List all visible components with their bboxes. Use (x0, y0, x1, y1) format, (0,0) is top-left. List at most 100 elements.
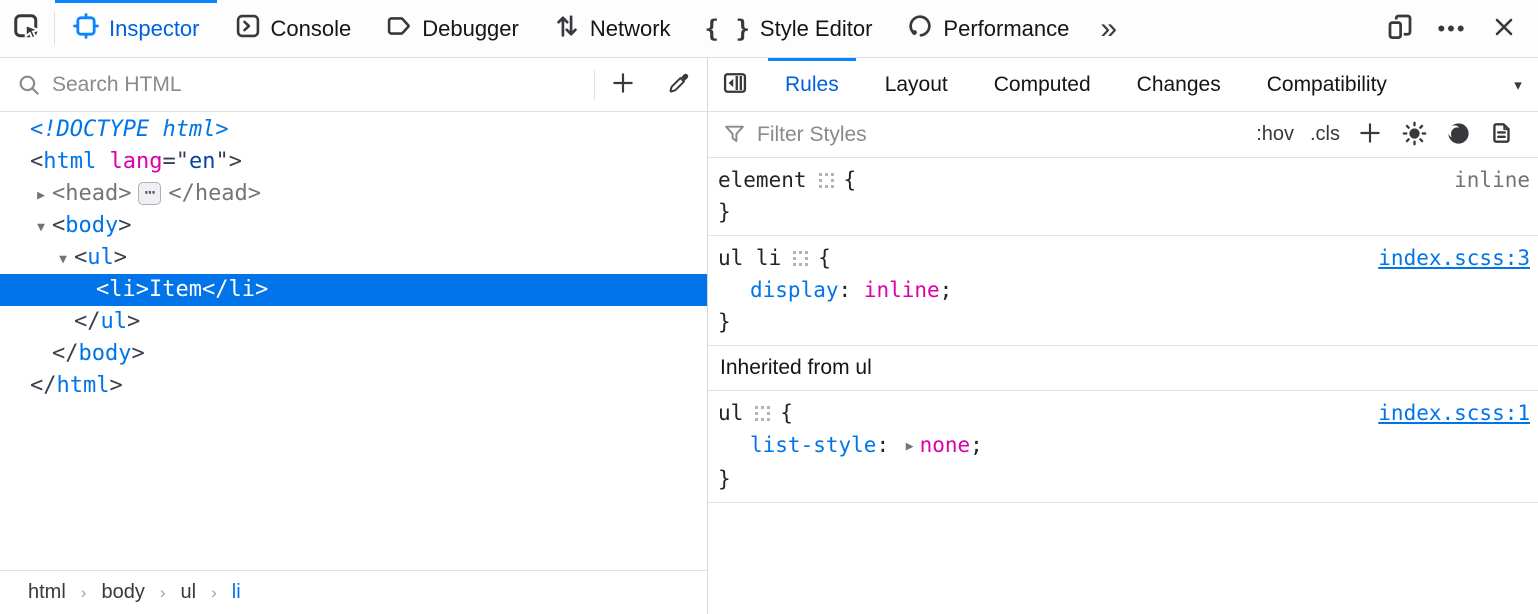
tab-layout[interactable]: Layout (862, 58, 971, 111)
code-token: > (114, 245, 127, 270)
tree-row[interactable]: <!DOCTYPE html> (0, 114, 707, 146)
css-declaration[interactable]: display: inline; (718, 274, 1530, 306)
devtools-window: Inspector Console Debugger (0, 0, 1538, 614)
code-token: =" (162, 149, 189, 174)
tree-row[interactable]: <html lang="en"> (0, 146, 707, 178)
twisty-expanded-icon[interactable]: ▼ (30, 212, 52, 244)
toggle-pseudo-classes-button[interactable]: :hov (1248, 119, 1302, 150)
inspector-icon (72, 12, 100, 46)
tab-label: Compatibility (1267, 73, 1387, 97)
tree-row[interactable]: </body> (0, 338, 707, 370)
search-html-input[interactable] (42, 73, 594, 97)
tab-changes[interactable]: Changes (1114, 58, 1244, 111)
breadcrumb-item-html[interactable]: html (28, 581, 66, 604)
devtools-main: <!DOCTYPE html><html lang="en">▶<head>⋯<… (0, 58, 1538, 614)
console-icon (234, 12, 262, 46)
tree-row[interactable]: </html> (0, 370, 707, 402)
breadcrumb: html›body›ul›li (0, 570, 707, 614)
tree-row[interactable]: ▼<body> (0, 210, 707, 242)
code-token: Item (149, 277, 202, 302)
devtools-menu-button[interactable]: ••• (1430, 7, 1474, 51)
tab-label: Rules (785, 73, 839, 97)
code-token: < (96, 277, 109, 302)
add-rule-button[interactable] (1348, 113, 1392, 157)
all-tabs-menu-button[interactable]: ▾ (1498, 58, 1538, 111)
responsive-design-mode-button[interactable] (1378, 7, 1422, 51)
toggle-classes-button[interactable]: .cls (1302, 119, 1348, 150)
tab-label: Layout (885, 73, 948, 97)
expand-shorthand-icon[interactable]: ▶ (906, 439, 914, 454)
code-token: li (109, 277, 136, 302)
close-brace: } (718, 463, 731, 495)
close-brace: } (718, 196, 731, 228)
selector-highlighter-grid-icon[interactable] (755, 406, 770, 421)
add-icon (610, 70, 636, 99)
rule-selector[interactable]: ul (718, 397, 743, 429)
css-declaration[interactable]: list-style: ▶none; (718, 429, 1530, 463)
tree-row[interactable]: ▼<ul> (0, 242, 707, 274)
tab-performance[interactable]: Performance (889, 0, 1086, 57)
responsive-design-icon (1385, 12, 1415, 45)
css-rule: element{inline} (708, 158, 1538, 236)
semicolon: ; (940, 278, 953, 302)
tab-style-editor[interactable]: { } Style Editor (688, 0, 890, 57)
node-picker-button[interactable] (0, 0, 54, 57)
tab-rules[interactable]: Rules (762, 58, 862, 111)
filter-styles-input[interactable] (747, 123, 1248, 147)
code-token: > (255, 277, 268, 302)
code-token: </head> (168, 181, 261, 206)
dark-theme-icon (1445, 120, 1472, 150)
add-rule-icon (1357, 120, 1383, 149)
rules-list: element{inline}ul li{index.scss:3display… (708, 158, 1538, 614)
property-value[interactable]: none (920, 433, 971, 457)
performance-gauge-icon (906, 12, 934, 46)
dark-theme-simulation-button[interactable] (1436, 113, 1480, 157)
collapsed-children-ellipsis-badge[interactable]: ⋯ (138, 182, 161, 205)
property-name[interactable]: list-style (750, 433, 876, 457)
code-token: <head> (52, 181, 131, 206)
tab-label: Style Editor (760, 16, 873, 42)
close-devtools-button[interactable] (1482, 7, 1526, 51)
code-token: "> (215, 149, 242, 174)
rule-source-link[interactable]: index.scss:1 (1378, 397, 1530, 429)
breadcrumb-item-li[interactable]: li (232, 581, 241, 604)
breadcrumb-item-body[interactable]: body (101, 581, 144, 604)
eyedropper-icon (666, 70, 692, 99)
more-tools-button[interactable]: » (1086, 0, 1131, 57)
rule-source-link[interactable]: index.scss:3 (1378, 242, 1530, 274)
code-token: </ (52, 341, 79, 366)
breadcrumb-item-ul[interactable]: ul (181, 581, 197, 604)
code-token: > (136, 277, 149, 302)
twisty-collapsed-icon[interactable]: ▶ (30, 180, 52, 212)
tab-console[interactable]: Console (217, 0, 369, 57)
tab-computed[interactable]: Computed (971, 58, 1114, 111)
rule-selector[interactable]: element (718, 164, 807, 196)
eyedropper-button[interactable] (651, 58, 707, 111)
selector-highlighter-grid-icon[interactable] (793, 251, 808, 266)
close-icon (1490, 13, 1518, 44)
search-icon (16, 72, 42, 98)
code-token: < (30, 149, 43, 174)
twisty-expanded-icon[interactable]: ▼ (52, 244, 74, 276)
property-value[interactable]: inline (864, 278, 940, 302)
tree-row[interactable]: </ul> (0, 306, 707, 338)
code-token (96, 149, 109, 174)
property-name[interactable]: display (750, 278, 839, 302)
collapse-sidebar-button[interactable] (708, 58, 762, 111)
tab-network[interactable]: Network (536, 0, 688, 57)
code-token: > (118, 213, 131, 238)
add-new-node-button[interactable] (595, 58, 651, 111)
code-token: body (65, 213, 118, 238)
selector-highlighter-grid-icon[interactable] (819, 173, 834, 188)
tab-debugger[interactable]: Debugger (368, 0, 536, 57)
light-theme-simulation-button[interactable] (1392, 113, 1436, 157)
breadcrumb-separator-icon: › (81, 583, 87, 603)
tree-row-selected[interactable]: <li>Item</li> (0, 274, 707, 306)
rule-selector[interactable]: ul li (718, 242, 781, 274)
tab-inspector[interactable]: Inspector (55, 0, 217, 57)
code-token: </ (30, 373, 57, 398)
print-media-simulation-button[interactable] (1480, 113, 1524, 157)
tab-compatibility[interactable]: Compatibility (1244, 58, 1410, 111)
light-theme-icon (1401, 120, 1428, 150)
tree-row[interactable]: ▶<head> ⋯ </head> (0, 178, 707, 210)
